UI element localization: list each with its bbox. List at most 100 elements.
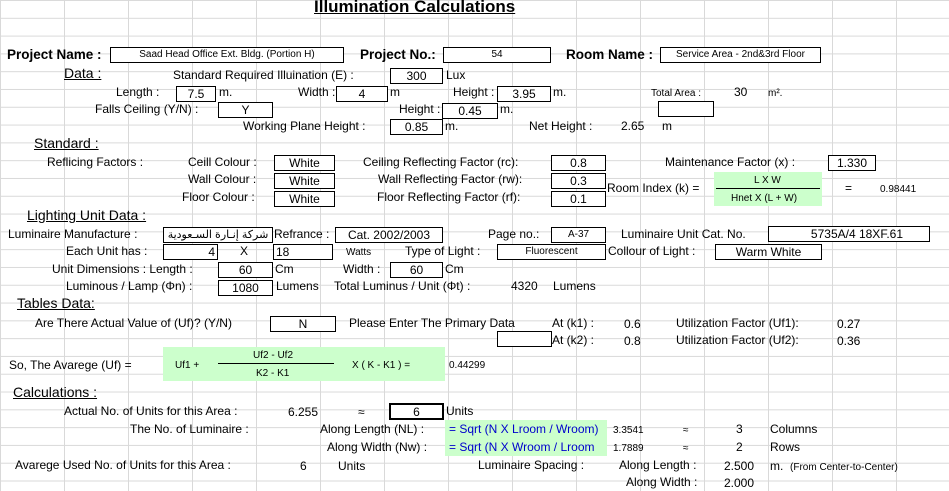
- width-label: Width :: [298, 85, 336, 99]
- page-no-label: Page no.:: [488, 227, 540, 241]
- k2-value: 0.8: [624, 334, 641, 348]
- rw-field[interactable]: 0.3: [551, 173, 606, 189]
- along-width-formula: = Sqrt (N X Wroom / Lroom: [449, 440, 595, 454]
- project-name-field[interactable]: Saad Head Office Ext. Bldg. (Portion H): [110, 47, 344, 63]
- std-illum-field[interactable]: 300: [390, 68, 443, 84]
- reference-field[interactable]: Cat. 2002/2003: [335, 227, 443, 243]
- along-length-round: 3: [736, 422, 743, 436]
- along-width-round: 2: [736, 440, 743, 454]
- room-index-equals: =: [845, 181, 853, 195]
- luminous-lamp-unit: Lumens: [276, 279, 319, 293]
- units-count-field[interactable]: 6: [389, 403, 444, 420]
- blank-field[interactable]: [658, 101, 714, 117]
- std-illum-unit: Lux: [446, 68, 466, 82]
- avg-uf-value: 0.44299: [449, 360, 486, 371]
- primary-data-label: Please Enter The Primary Data: [349, 316, 515, 330]
- light-type-field[interactable]: Fluorescent: [497, 244, 606, 260]
- along-width-value: 1.7889: [613, 443, 644, 454]
- falls-ceiling-label: Falls Ceiling (Y/N) :: [95, 102, 199, 116]
- along-length-formula: = Sqrt (N X Lroom / Wroom): [449, 422, 599, 436]
- maintenance-factor-field[interactable]: 1.330: [828, 155, 876, 171]
- dim-length-field[interactable]: 60: [218, 262, 273, 278]
- width-field[interactable]: 4: [336, 86, 388, 102]
- each-unit-watts-field[interactable]: 18: [273, 244, 333, 260]
- working-plane-field[interactable]: 0.85: [390, 119, 443, 135]
- cat-no-field[interactable]: 5735A/4 18XF.61: [768, 226, 930, 242]
- height-field[interactable]: 3.95: [497, 86, 551, 102]
- cat-no-label: Luminaire Unit Cat. No.: [621, 227, 746, 241]
- project-name-label: Project Name :: [7, 47, 102, 62]
- width-unit: m: [390, 85, 400, 99]
- floor-colour-field[interactable]: White: [274, 191, 335, 207]
- avg-uf-label: So, The Avarege (Uf) =: [9, 358, 132, 372]
- avg-fraction-bar: [218, 363, 334, 364]
- length-field[interactable]: 7.5: [176, 86, 216, 102]
- net-height-label: Net Height :: [529, 119, 593, 133]
- total-area-value: 30: [734, 85, 748, 99]
- dim-width-label: Width :: [343, 262, 381, 276]
- actual-units-label: Actual No. of Units for this Area :: [64, 404, 238, 418]
- k1-label: At (k1) :: [552, 316, 595, 330]
- avg-multiplier: X ( K - K1 ) =: [352, 360, 411, 371]
- total-luminous-value: 4320: [511, 279, 538, 293]
- luminous-lamp-field[interactable]: 1080: [218, 280, 273, 296]
- rw-label: Wall Reflecting Factor (rw):: [378, 172, 523, 186]
- along-width-approx: ≈: [683, 443, 689, 454]
- units-label: Units: [446, 404, 474, 418]
- spacing-length-value: 2.500: [724, 459, 755, 473]
- net-height-unit: m: [662, 119, 672, 133]
- uf-question-label: Are There Actual Value of (Uf)? (Y/N): [35, 316, 232, 330]
- uf-answer-field[interactable]: N: [270, 316, 336, 332]
- page-title: Illumination Calculations: [314, 0, 516, 16]
- rf-field[interactable]: 0.1: [551, 191, 606, 207]
- total-luminous-unit: Lumens: [553, 279, 596, 293]
- data-heading: Data :: [64, 65, 102, 81]
- rc-label: Ceiling Reflecting Factor (rc):: [363, 155, 519, 169]
- each-unit-count[interactable]: 4: [163, 244, 218, 260]
- wall-colour-label: Wall Colour :: [188, 172, 257, 186]
- spacing-length-note: (From Center-to-Center): [790, 462, 898, 473]
- standard-heading: Standard :: [34, 135, 99, 151]
- working-plane-unit: m.: [445, 119, 459, 133]
- falls-ceiling-field[interactable]: Y: [218, 102, 273, 118]
- ceil-colour-field[interactable]: White: [274, 155, 335, 171]
- dimensions-label: Unit Dimensions : Length :: [52, 262, 193, 276]
- uf2-label: Utilization Factor (Uf2):: [676, 333, 799, 347]
- actual-units-value: 6.255: [288, 405, 319, 419]
- used-units-value: 6: [300, 459, 307, 473]
- room-index-fraction-bar: [716, 188, 820, 189]
- luminaire-spacing-label: Luminaire Spacing :: [478, 458, 585, 472]
- reference-label: Refrance :: [274, 227, 330, 241]
- light-colour-field[interactable]: Warm White: [715, 244, 822, 260]
- spacing-length-unit: m.: [770, 459, 784, 473]
- dim-width-unit: Cm: [445, 262, 464, 276]
- no-of-luminaire-label: The No. of Luminaire :: [130, 422, 249, 436]
- blank-k2-field[interactable]: [497, 331, 552, 347]
- total-luminous-label: Total Luminus / Unit (Φt) :: [334, 279, 471, 293]
- along-length-approx: ≈: [683, 425, 689, 436]
- project-no-field[interactable]: 54: [443, 47, 551, 63]
- wall-colour-field[interactable]: White: [274, 173, 335, 189]
- page-no-field[interactable]: A-37: [551, 227, 606, 243]
- rc-field[interactable]: 0.8: [551, 155, 606, 171]
- room-name-label: Room Name :: [566, 47, 654, 62]
- watts-label: Watts: [346, 247, 372, 258]
- avg-numerator: Uf2 - Uf2: [253, 350, 294, 361]
- spacing-length-label: Along Length :: [619, 458, 697, 472]
- total-area-unit: m².: [768, 88, 783, 99]
- k2-label: At (k2) :: [552, 333, 595, 347]
- approx-symbol: ≈: [358, 405, 365, 419]
- calculations-heading: Calculations :: [13, 384, 98, 400]
- used-units-unit: Units: [338, 459, 366, 473]
- std-illum-label: Standard Required Illuination (E) :: [173, 68, 354, 82]
- luminous-lamp-label: Luminous / Lamp (Φn) :: [66, 279, 193, 293]
- working-plane-label: Working Plane Height :: [243, 119, 366, 133]
- avg-denominator: K2 - K1: [256, 368, 290, 379]
- room-name-field[interactable]: Service Area - 2nd&3rd Floor: [660, 47, 821, 63]
- length-label: Length :: [116, 85, 160, 99]
- fc-height-field[interactable]: 0.45: [442, 103, 498, 119]
- along-length-value: 3.3541: [613, 425, 644, 436]
- dim-width-field[interactable]: 60: [390, 262, 443, 278]
- manufacture-field[interactable]: شركة إنـارة السـعودية: [163, 227, 273, 243]
- height-label: Height :: [453, 85, 495, 99]
